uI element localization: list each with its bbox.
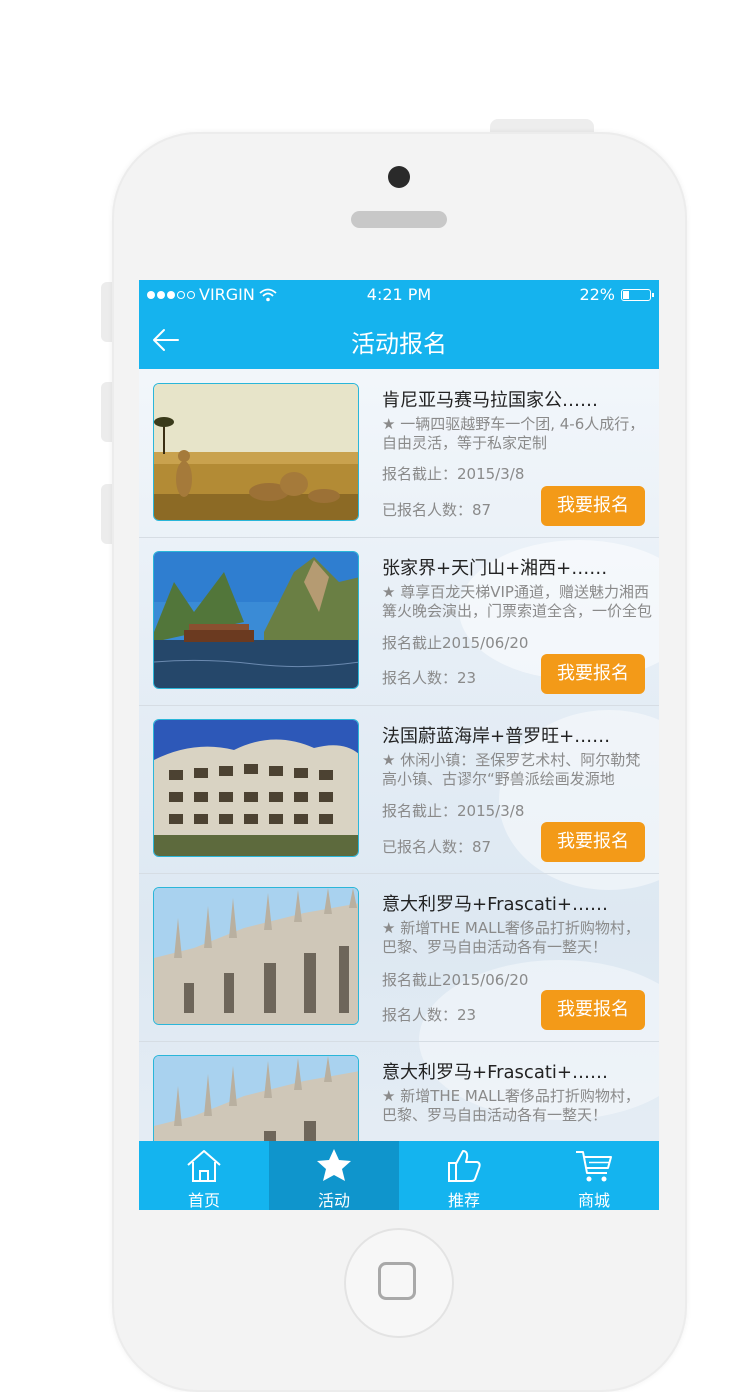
activity-description: ★ 新增THE MALL奢侈品打折购物村，巴黎、罗马自由活动各有一整天！ <box>382 919 640 956</box>
home-icon <box>187 1150 221 1182</box>
activity-card[interactable]: 意大利罗马+Frascati+…… ★ 新增THE MALL奢侈品打折购物村，巴… <box>139 873 659 1042</box>
home-button[interactable] <box>344 1228 454 1338</box>
tab-label: 活动 <box>317 1191 350 1210</box>
activity-deadline: 报名截止：2015/3/8 <box>382 802 525 820</box>
cheetahs-savanna-photo <box>153 383 359 521</box>
tab-label: 推荐 <box>447 1191 480 1210</box>
signup-button[interactable]: 我要报名 <box>541 486 645 526</box>
tab-home[interactable]: 首页 <box>139 1141 269 1210</box>
activity-title: 法国蔚蓝海岸+普罗旺+…… <box>382 726 611 747</box>
activity-description: ★ 新增THE MALL奢侈品打折购物村，巴黎、罗马自由活动各有一整天！ <box>382 1087 640 1124</box>
activity-card[interactable]: 法国蔚蓝海岸+普罗旺+…… ★ 休闲小镇：圣保罗艺术村、阿尔勒梵高小镇、古谬尔“… <box>139 705 659 874</box>
activity-card[interactable]: 张家界+天门山+湘西+…… ★ 尊享百龙天梯VIP通道，赠送魅力湘西篝火晚会演出… <box>139 537 659 706</box>
bottom-tab-bar: 首页 活动 推荐 商城 <box>139 1141 659 1210</box>
earpiece-speaker <box>351 211 447 228</box>
activity-description: ★ 尊享百龙天梯VIP通道，赠送魅力湘西篝火晚会演出，门票索道全含，一价全包 <box>382 583 653 620</box>
signup-button[interactable]: 我要报名 <box>541 822 645 862</box>
activity-deadline: 报名截止2015/06/20 <box>382 634 529 652</box>
milan-cathedral-photo <box>153 887 359 1025</box>
activity-title: 意大利罗马+Frascati+…… <box>382 1062 609 1083</box>
activity-signup-count: 报名人数：23 <box>382 669 477 687</box>
activity-deadline: 报名截止：2015/3/8 <box>382 465 525 483</box>
tab-activity[interactable]: 活动 <box>269 1141 399 1210</box>
signup-button[interactable]: 我要报名 <box>541 654 645 694</box>
tab-recommend[interactable]: 推荐 <box>399 1141 529 1210</box>
app-screen: VIRGIN 4:21 PM 22% 活动报名 肯尼亚马赛马拉国家公…… ★ 一… <box>139 280 659 1210</box>
cart-icon <box>576 1151 612 1182</box>
battery-percent: 22% <box>579 285 615 304</box>
activity-signup-count: 报名人数：23 <box>382 1006 477 1024</box>
activity-deadline: 报名截止2015/06/20 <box>382 971 529 989</box>
battery-icon <box>621 288 654 301</box>
activity-signup-count: 已报名人数：87 <box>382 838 492 856</box>
zhangjiajie-lake-photo <box>153 551 359 689</box>
activity-description: ★ 一辆四驱越野车一个团, 4-6人成行，自由灵活，等于私家定制 <box>382 415 645 452</box>
activity-title: 张家界+天门山+湘西+…… <box>382 558 608 579</box>
signup-button[interactable]: 我要报名 <box>541 990 645 1030</box>
status-bar: VIRGIN 4:21 PM 22% <box>139 280 659 310</box>
nav-bar: 活动报名 <box>139 310 659 369</box>
front-camera <box>388 166 410 188</box>
tab-mall[interactable]: 商城 <box>529 1141 659 1210</box>
tab-label: 首页 <box>187 1191 220 1210</box>
activity-description: ★ 休闲小镇：圣保罗艺术村、阿尔勒梵高小镇、古谬尔“野兽派绘画发源地 <box>382 751 641 788</box>
activity-title: 肯尼亚马赛马拉国家公…… <box>382 390 598 411</box>
thumbs-up-icon <box>448 1150 481 1182</box>
activity-signup-count: 已报名人数：87 <box>382 501 492 519</box>
tab-label: 商城 <box>577 1191 610 1210</box>
page-title: 活动报名 <box>351 330 447 358</box>
casa-mila-photo <box>153 719 359 857</box>
star-icon <box>317 1149 351 1181</box>
activity-card[interactable]: 肯尼亚马赛马拉国家公…… ★ 一辆四驱越野车一个团, 4-6人成行，自由灵活，等… <box>139 369 659 538</box>
activity-title: 意大利罗马+Frascati+…… <box>382 894 609 915</box>
